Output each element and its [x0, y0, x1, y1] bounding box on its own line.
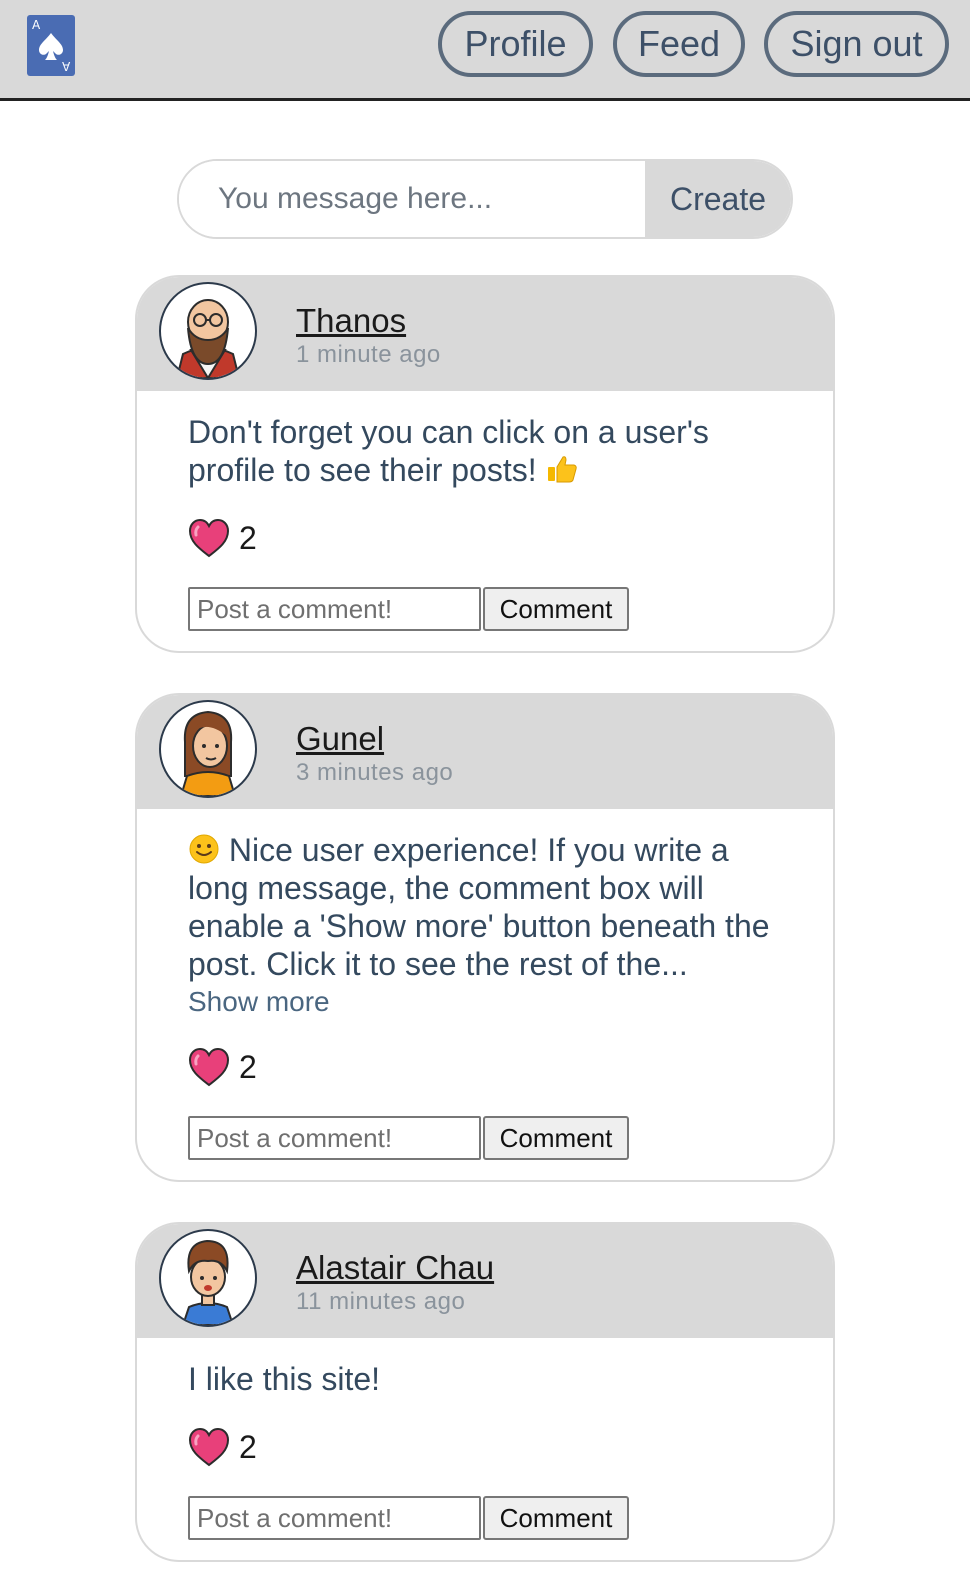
- young-man-avatar-icon: [181, 1239, 235, 1325]
- post-message-text: Don't forget you can click on a user's p…: [188, 414, 709, 488]
- post-author-link[interactable]: Alastair Chau: [296, 1249, 494, 1287]
- post-timestamp: 1 minute ago: [296, 341, 441, 368]
- post-header: Thanos 1 minute ago: [137, 277, 833, 391]
- like-row: 2: [188, 1426, 784, 1468]
- post-header: Alastair Chau 11 minutes ago: [137, 1224, 833, 1338]
- spade-icon: [39, 33, 63, 60]
- post-timestamp: 3 minutes ago: [296, 759, 454, 786]
- bald-bearded-man-avatar-icon: [175, 299, 241, 378]
- create-button[interactable]: Create: [645, 161, 791, 237]
- like-count: 2: [239, 519, 257, 556]
- post-card: Alastair Chau 11 minutes ago I like this…: [135, 1222, 835, 1562]
- comment-form: Comment: [188, 1496, 784, 1540]
- smile-emoji-icon: [189, 834, 219, 864]
- message-input[interactable]: [179, 161, 645, 237]
- show-more-link[interactable]: Show more: [188, 986, 330, 1018]
- post-timestamp: 11 minutes ago: [296, 1288, 466, 1315]
- post-card: Thanos 1 minute ago Don't forget you can…: [135, 275, 835, 653]
- post-author-link[interactable]: Thanos: [296, 302, 406, 340]
- like-count: 2: [239, 1428, 257, 1465]
- feed-button[interactable]: Feed: [613, 11, 745, 77]
- comment-form: Comment: [188, 587, 784, 631]
- comment-input[interactable]: [188, 1116, 481, 1160]
- comment-input[interactable]: [188, 587, 481, 631]
- post-header: Gunel 3 minutes ago: [137, 695, 833, 809]
- avatar[interactable]: [159, 282, 257, 380]
- top-navbar: A A Profile Feed Sign out: [0, 0, 970, 101]
- avatar[interactable]: [159, 700, 257, 798]
- comment-button[interactable]: Comment: [483, 587, 629, 631]
- post-author-link[interactable]: Gunel: [296, 720, 384, 758]
- avatar[interactable]: [159, 1229, 257, 1327]
- thumbs-up-emoji-icon: [547, 456, 577, 483]
- profile-button[interactable]: Profile: [438, 11, 593, 77]
- like-row: 2: [188, 1046, 784, 1088]
- comment-input[interactable]: [188, 1496, 481, 1540]
- long-hair-woman-avatar-icon: [179, 710, 237, 796]
- post-message: I like this site!: [188, 1361, 381, 1397]
- post-message: Don't forget you can click on a user's p…: [188, 413, 784, 489]
- comment-form: Comment: [188, 1116, 784, 1160]
- heart-icon[interactable]: [188, 1427, 230, 1467]
- heart-icon[interactable]: [188, 1047, 230, 1087]
- comment-button[interactable]: Comment: [483, 1116, 629, 1160]
- post-composer: Create: [177, 159, 793, 239]
- comment-button[interactable]: Comment: [483, 1496, 629, 1540]
- like-count: 2: [239, 1048, 257, 1085]
- logo-corner-letter: A: [32, 18, 41, 32]
- heart-icon[interactable]: [188, 518, 230, 558]
- post-message-text: Nice user experience! If you write a lon…: [188, 832, 770, 982]
- ace-of-spades-logo[interactable]: A A: [27, 15, 75, 76]
- post-card: Gunel 3 minutes ago Nice user experience…: [135, 693, 835, 1182]
- logo-corner-letter: A: [61, 59, 70, 73]
- post-message: Nice user experience! If you write a lon…: [188, 831, 784, 983]
- sign-out-button[interactable]: Sign out: [764, 11, 949, 77]
- like-row: 2: [188, 517, 784, 559]
